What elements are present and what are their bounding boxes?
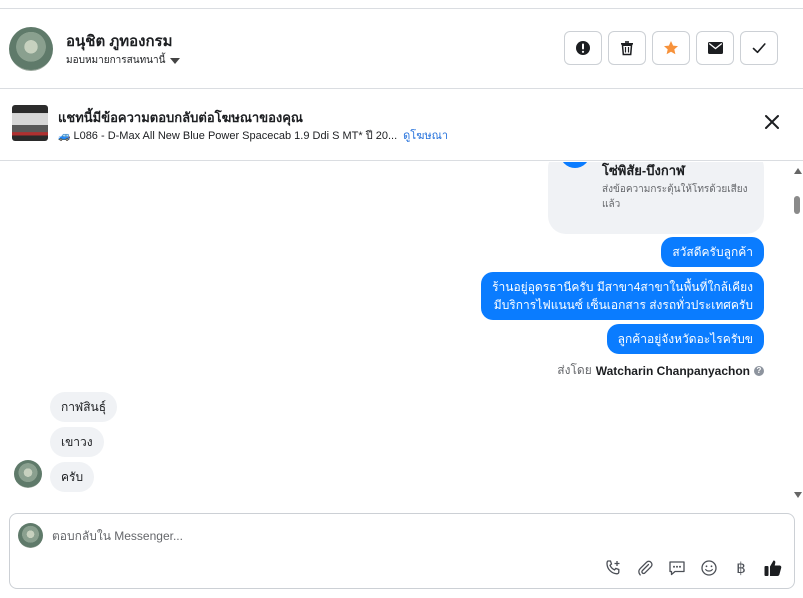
outgoing-message[interactable]: สวัสดีครับลูกค้า [661, 237, 764, 267]
close-banner-icon[interactable] [763, 113, 781, 131]
saved-reply-button[interactable] [666, 557, 688, 579]
composer-tools: ฿ [602, 557, 784, 579]
assign-conversation-dropdown[interactable]: มอบหมายการสนทนานี้ [66, 53, 181, 68]
delete-button[interactable] [608, 31, 646, 65]
attachment-button[interactable] [634, 557, 656, 579]
caret-down-icon [170, 57, 181, 64]
sent-by-prefix: ส่งโดย [557, 363, 592, 377]
check-icon [752, 43, 766, 54]
payment-button[interactable]: ฿ [730, 557, 752, 579]
assign-label: มอบหมายการสนทนานี้ [66, 55, 166, 66]
scroll-down-arrow-icon[interactable] [794, 492, 802, 498]
incoming-message[interactable]: กาฬสินธุ์ [50, 392, 118, 422]
page-avatar-icon [560, 162, 590, 168]
message-text: ครับ [61, 470, 84, 484]
truck-icon: 🚙 [58, 131, 71, 142]
saved-reply-icon [669, 561, 685, 576]
ad-info: 🚙 L086 - D-Max All New Blue Power Spaceca… [58, 126, 448, 144]
alert-icon [576, 41, 590, 55]
mark-done-button[interactable] [740, 31, 778, 65]
message-text: ร้านอยู่อุดรธานีครับ มีสาขา4สาขาในพื้นที… [492, 280, 753, 294]
message-text: กาฬสินธุ์ [61, 400, 107, 414]
envelope-icon [707, 42, 723, 54]
ad-reply-banner: แชทนี้มีข้อความตอบกลับต่อโฆษณาของคุณ 🚙 L0… [0, 90, 803, 161]
contact-avatar-small[interactable] [14, 460, 42, 488]
info-icon[interactable]: ? [754, 365, 764, 376]
star-button[interactable] [652, 31, 690, 65]
thread-scrollbar[interactable] [790, 162, 803, 500]
ad-text: L086 - D-Max All New Blue Power Spacecab… [73, 130, 398, 142]
reply-composer: ฿ [9, 513, 795, 589]
message-text: ลูกค้าอยู่จังหวัดอะไรครับข [617, 332, 753, 346]
message-thread[interactable]: โชคคูณโชค สาขา โซ่พิสัย-บึงกาฬ ส่งข้อควา… [0, 162, 790, 500]
like-button[interactable] [762, 557, 784, 579]
star-icon [664, 41, 678, 55]
sender-name[interactable]: Watcharin Chanpanyachon [596, 364, 750, 378]
card-title: โชคคูณโชค สาขา โซ่พิสัย-บึงกาฬ [602, 163, 685, 178]
message-text: เขาวง [61, 435, 93, 449]
reply-input[interactable] [52, 526, 652, 546]
outgoing-message[interactable]: ร้านอยู่อุดรธานีครับ มีสาขา4สาขาในพื้นที… [481, 272, 764, 320]
view-ad-link[interactable]: ดูโฆษณา [403, 130, 448, 142]
ad-banner-title: แชทนี้มีข้อความตอบกลับต่อโฆษณาของคุณ [58, 110, 303, 125]
conversation-actions [564, 31, 778, 65]
message-text: สวัสดีครับลูกค้า [672, 245, 753, 259]
conversation-header: อนุชิต ภูทองกรม มอบหมายการสนทนานี้ [0, 9, 803, 89]
call-prompt-card: โชคคูณโชค สาขา โซ่พิสัย-บึงกาฬ ส่งข้อควา… [548, 162, 764, 234]
incoming-message[interactable]: ครับ [50, 462, 95, 492]
ad-thumbnail[interactable] [12, 105, 48, 141]
call-add-icon [606, 560, 620, 575]
emoji-button[interactable] [698, 557, 720, 579]
card-text: ส่งข้อความกระตุ้นให้โทรด้วยเสียงแล้ว [602, 184, 748, 210]
message-text: มีบริการไฟแนนซ์ เซ็นเอกสาร ส่งรถทั่วประเ… [493, 298, 753, 312]
sent-by-label: ส่งโดย Watcharin Chanpanyachon ? [557, 361, 764, 380]
outgoing-message[interactable]: ลูกค้าอยู่จังหวัดอะไรครับข [606, 324, 764, 354]
attachment-icon [638, 560, 653, 576]
incoming-message[interactable]: เขาวง [50, 427, 104, 457]
contact-name[interactable]: อนุชิต ภูทองกรม [66, 29, 173, 53]
call-add-button[interactable] [602, 557, 624, 579]
trash-icon [621, 41, 633, 56]
mark-unread-button[interactable] [696, 31, 734, 65]
contact-avatar[interactable] [9, 27, 53, 71]
emoji-icon [701, 560, 717, 576]
like-icon [764, 560, 782, 576]
scroll-up-arrow-icon[interactable] [794, 168, 802, 174]
scroll-thumb[interactable] [794, 196, 800, 214]
page-avatar [18, 523, 43, 548]
report-button[interactable] [564, 31, 602, 65]
baht-icon: ฿ [736, 560, 746, 577]
